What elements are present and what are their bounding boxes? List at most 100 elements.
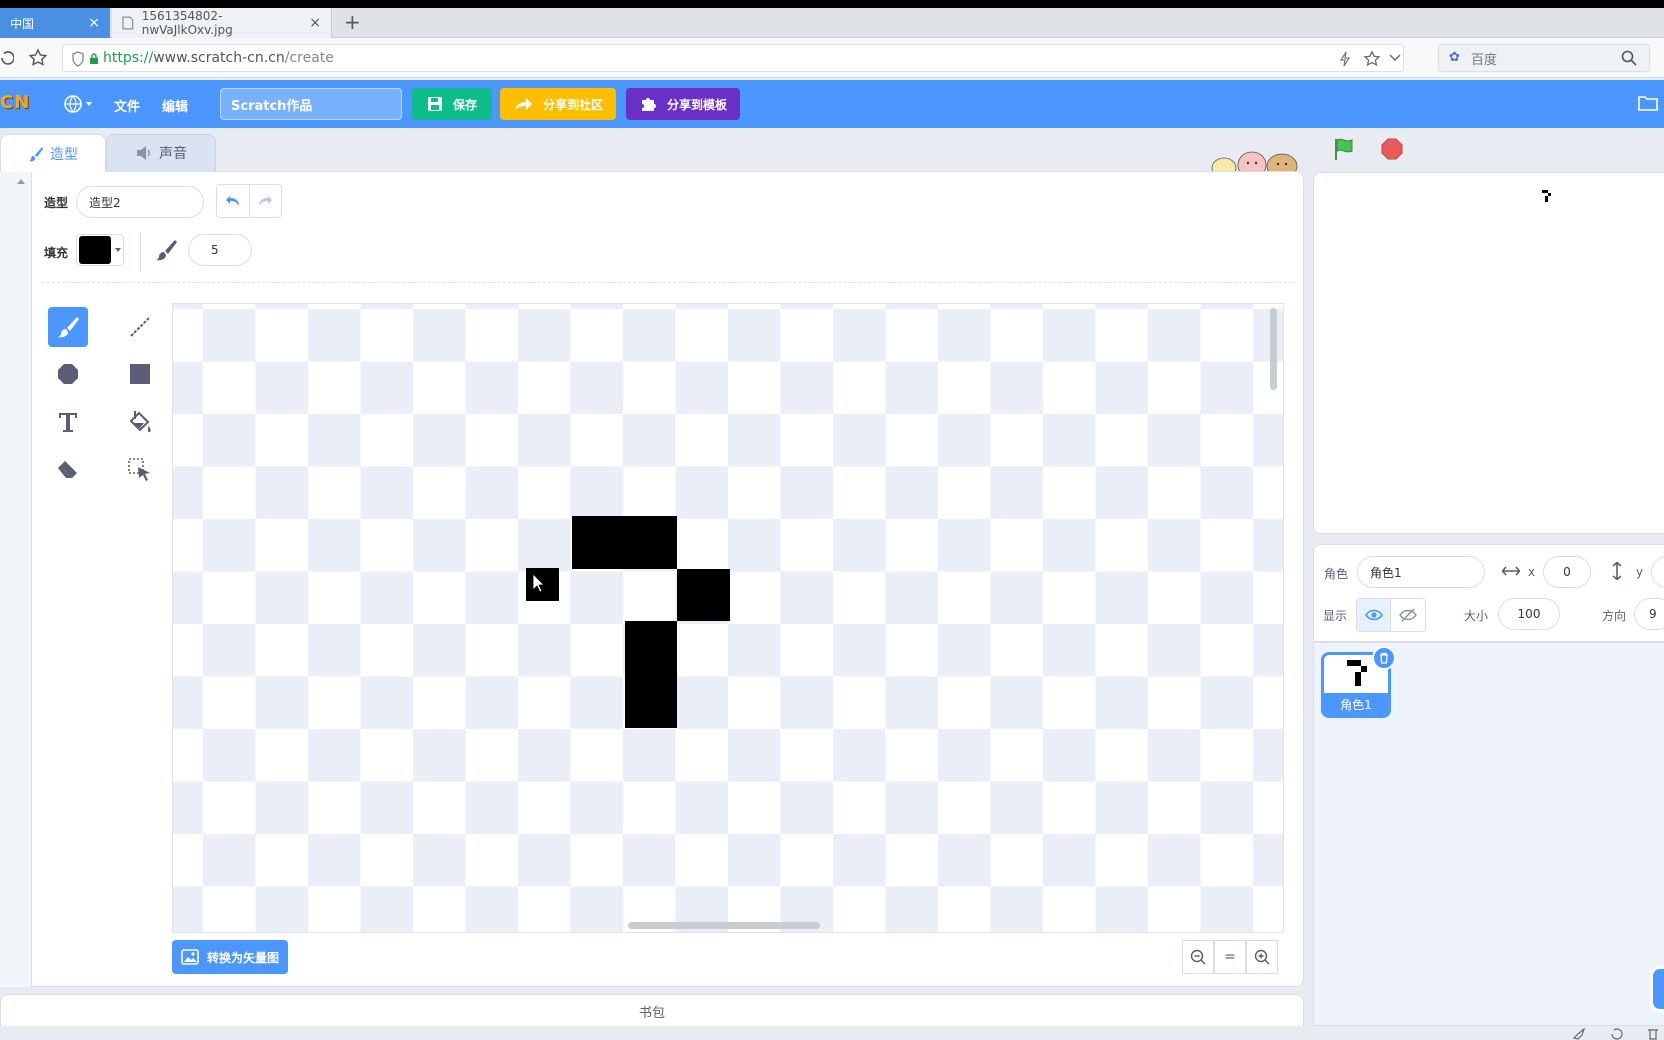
line-tool-button[interactable]	[120, 307, 160, 347]
direction-label: 方向	[1602, 609, 1627, 623]
sprite-on-stage[interactable]	[1540, 189, 1554, 205]
new-tab-icon[interactable]: +	[344, 10, 361, 34]
window-bottom-strip	[0, 1026, 1664, 1040]
show-label: 显示	[1323, 609, 1348, 623]
tab-costumes[interactable]: 造型	[0, 134, 106, 172]
eraser-tool-button[interactable]	[48, 450, 88, 490]
divider	[140, 232, 141, 272]
sprite-name-label: 角色	[1324, 567, 1349, 581]
language-globe-icon[interactable]	[64, 94, 94, 114]
undo-redo-group	[216, 184, 282, 218]
window-top-edge	[0, 0, 1664, 8]
zoom-in-button[interactable]	[1246, 940, 1278, 974]
lock-icon	[90, 53, 98, 64]
fill-color-picker[interactable]	[76, 234, 124, 266]
text-tool-button[interactable]	[48, 402, 88, 442]
add-sprite-button[interactable]	[1650, 966, 1664, 1012]
redo-icon	[259, 196, 273, 206]
browser-tab-label: 1561354802-nwVaJlkOxv.jpg	[141, 9, 233, 37]
baidu-paw-icon: ✿	[1449, 50, 1460, 65]
eye-icon	[1364, 609, 1383, 621]
trash-can-icon[interactable]	[1646, 1028, 1660, 1040]
fill-color-swatch	[79, 236, 111, 264]
menu-edit[interactable]: 编辑	[162, 96, 188, 115]
search-placeholder: 百度	[1471, 52, 1498, 68]
circle-tool-button[interactable]	[48, 354, 88, 394]
share-community-button[interactable]: 分享到社区	[500, 88, 616, 120]
undo-button[interactable]	[217, 185, 250, 217]
drawn-pixel-block	[572, 516, 677, 569]
image-icon	[181, 949, 199, 965]
bookmark-star-icon[interactable]	[1363, 50, 1381, 68]
close-tab-icon[interactable]: ×	[88, 15, 100, 31]
brush-icon	[29, 146, 43, 161]
folder-icon[interactable]	[1638, 94, 1658, 112]
horizontal-arrows-icon	[1502, 566, 1520, 576]
search-field[interactable]: ✿ 百度	[1438, 44, 1650, 72]
brush-tool-button[interactable]	[48, 307, 88, 347]
fill-tool-button[interactable]	[120, 402, 160, 442]
close-tab-icon[interactable]: ×	[309, 15, 321, 31]
x-position-input[interactable]: 0	[1543, 556, 1591, 588]
tab-sounds-label: 声音	[159, 146, 187, 162]
shield-icon	[72, 51, 84, 67]
search-icon[interactable]	[1621, 50, 1637, 66]
select-tool-button[interactable]	[120, 450, 160, 490]
convert-to-vector-label: 转换为矢量图	[206, 950, 279, 965]
zoom-reset-button[interactable]: =	[1214, 940, 1246, 974]
direction-input[interactable]: 9	[1634, 598, 1664, 630]
url-path: /create	[284, 50, 334, 66]
url-scheme: https://	[103, 50, 154, 66]
url-host: www.scratch-cn.cn	[153, 50, 285, 66]
refresh-icon[interactable]	[1610, 1028, 1624, 1040]
horizontal-scrollbar[interactable]	[628, 922, 820, 929]
dropdown-caret-icon	[115, 248, 121, 252]
x-label: x	[1528, 565, 1536, 579]
scratch-cn-logo[interactable]: CN	[0, 92, 30, 113]
green-flag-icon	[1335, 138, 1353, 160]
bitmap-canvas[interactable]	[173, 304, 1284, 933]
lightning-icon[interactable]	[1339, 51, 1351, 67]
sprite-name-input[interactable]: 角色1	[1357, 556, 1485, 588]
star-icon[interactable]	[28, 48, 48, 68]
delete-sprite-button[interactable]	[1372, 646, 1396, 670]
browser-tab-active[interactable]: 中国 ×	[0, 8, 110, 38]
vertical-scrollbar[interactable]	[1270, 308, 1277, 390]
share-template-button[interactable]: 分享到模板	[626, 88, 740, 120]
rocket-icon[interactable]	[1572, 1028, 1586, 1040]
zoom-out-button[interactable]	[1182, 940, 1214, 974]
brush-size-icon	[156, 240, 177, 261]
drawn-pixel-block	[677, 569, 730, 621]
show-sprite-button[interactable]	[1357, 599, 1391, 631]
project-title-input[interactable]: Scratch作品	[220, 88, 402, 120]
save-button[interactable]: 保存	[412, 88, 492, 120]
costume-name-label: 造型	[44, 196, 69, 210]
eraser-icon	[58, 461, 77, 478]
rectangle-tool-button[interactable]	[120, 354, 160, 394]
stage-preview[interactable]	[1313, 172, 1664, 534]
backpack-bar[interactable]: 书包	[0, 994, 1304, 1028]
browser-tab-label: 中国	[10, 16, 35, 31]
save-disk-icon	[427, 97, 442, 111]
zoom-in-icon	[1254, 949, 1270, 965]
sprite-thumbnail-image	[1347, 660, 1367, 686]
menu-file[interactable]: 文件	[114, 96, 140, 115]
hide-sprite-button[interactable]	[1391, 599, 1425, 631]
chevron-down-icon[interactable]	[1389, 54, 1401, 62]
redo-button[interactable]	[250, 185, 282, 217]
convert-to-vector-button[interactable]: 转换为矢量图	[172, 940, 288, 974]
paint-canvas[interactable]	[172, 303, 1284, 933]
scroll-up-icon[interactable]	[16, 177, 26, 185]
size-input[interactable]: 100	[1498, 598, 1560, 630]
stop-button[interactable]	[1377, 134, 1407, 164]
tab-sounds[interactable]: 声音	[106, 134, 216, 172]
brush-size-input[interactable]: 5	[188, 234, 252, 266]
url-field[interactable]: https://www.scratch-cn.cn/create	[62, 44, 1404, 72]
reload-icon[interactable]	[0, 50, 14, 66]
eye-hidden-icon	[1399, 608, 1417, 622]
green-flag-button[interactable]	[1329, 134, 1359, 164]
save-button-label: 保存	[452, 97, 477, 112]
share-community-label: 分享到社区	[542, 97, 603, 112]
browser-tab-image[interactable]: 1561354802-nwVaJlkOxv.jpg ×	[112, 8, 332, 38]
costume-name-input[interactable]: 造型2	[76, 186, 204, 218]
